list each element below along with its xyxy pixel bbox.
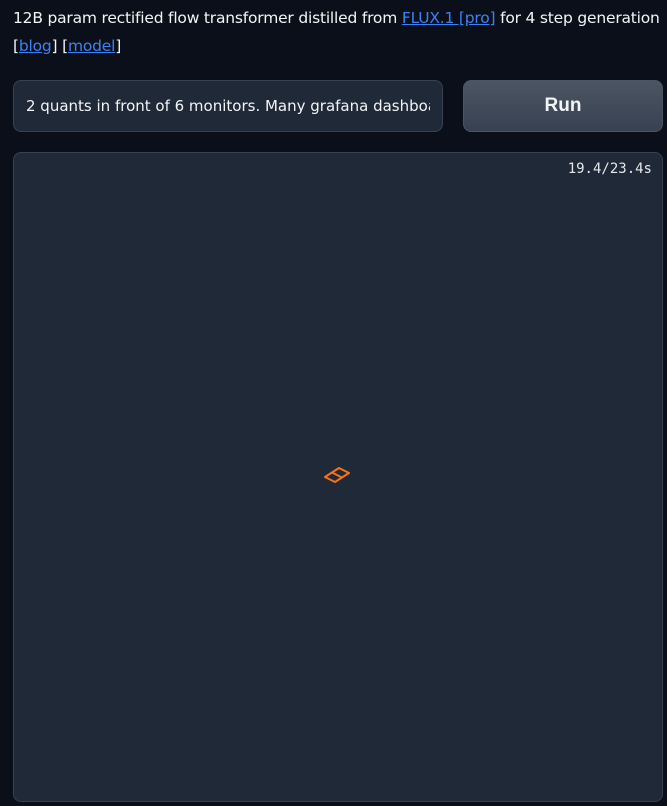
output-image-panel: 19.4/23.4s <box>13 152 663 802</box>
loading-icon <box>324 467 350 483</box>
flux-pro-link[interactable]: FLUX.1 [pro] <box>402 9 496 27</box>
run-button[interactable]: Run <box>463 80 663 132</box>
blog-link[interactable]: blog <box>19 37 52 55</box>
app-description: 12B param rectified flow transformer dis… <box>13 4 663 60</box>
prompt-field <box>13 80 443 132</box>
progress-timer: 19.4/23.4s <box>567 161 652 177</box>
description-text: 12B param rectified flow transformer dis… <box>13 9 402 27</box>
bracket: ] <box>115 37 122 55</box>
model-link[interactable]: model <box>68 37 115 55</box>
description-text-end: for 4 step generation <box>495 9 660 27</box>
prompt-input[interactable] <box>14 81 442 131</box>
